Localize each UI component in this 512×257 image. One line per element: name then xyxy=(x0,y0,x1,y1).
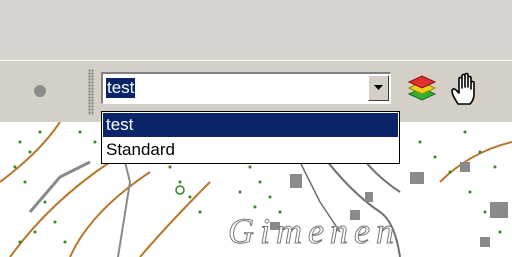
layer-select-dropdown-list: test Standard xyxy=(101,111,400,164)
map-place-label: Gimenen xyxy=(228,211,400,252)
tool-dot-icon[interactable] xyxy=(34,85,46,97)
title-area xyxy=(0,0,512,60)
layer-select[interactable]: test xyxy=(101,72,391,104)
pan-hand-icon[interactable] xyxy=(449,71,483,107)
chevron-down-icon xyxy=(374,85,383,90)
layer-option-standard[interactable]: Standard xyxy=(103,138,398,162)
layer-option-test[interactable]: test xyxy=(103,113,398,137)
toolbar-grip[interactable] xyxy=(88,69,94,115)
layer-select-value: test xyxy=(106,78,136,98)
layers-icon[interactable] xyxy=(406,72,438,104)
layer-select-dropdown-button[interactable] xyxy=(368,75,389,101)
